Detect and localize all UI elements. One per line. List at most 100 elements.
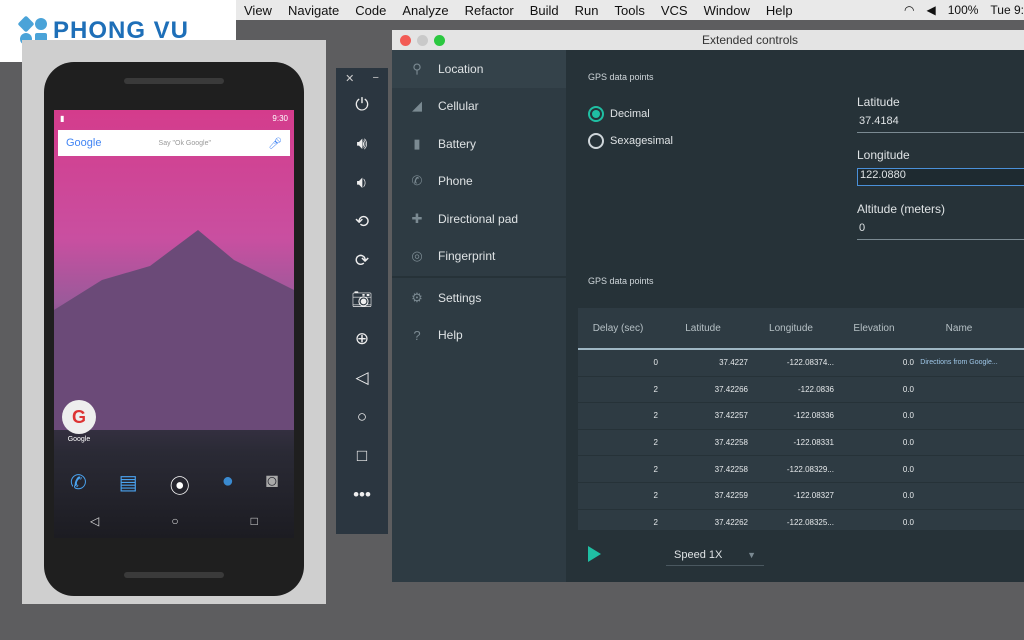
table-row[interactable]: 2 37.42258 -122.08329... 0.0 [578, 456, 1024, 483]
decimal-radio[interactable]: Decimal [588, 106, 650, 122]
battery-text: 100% [947, 3, 979, 17]
speaker-top [124, 78, 224, 84]
title-bar: Extended controls [392, 30, 1024, 50]
back-icon[interactable]: ◁ [336, 358, 388, 397]
table-cell: 2 [653, 491, 658, 501]
back-icon[interactable]: ◁ [90, 514, 99, 528]
table-row[interactable]: 0 37.4227 -122.08374... 0.0 Directions from … [578, 350, 1024, 377]
column-header[interactable]: Latitude [658, 323, 748, 334]
more-icon[interactable]: ••• [336, 475, 388, 514]
sidebar-item-label: Battery [438, 136, 477, 151]
messages-app-icon[interactable]: ▤ [119, 470, 138, 499]
table-row[interactable]: 2 37.42262 -122.08325... 0.0 [578, 510, 1024, 530]
menu-help[interactable]: Help [758, 3, 801, 18]
table-cell: 2 [653, 384, 658, 394]
table-header: Delay (sec) Latitude Longitude Elevation Nam… [578, 308, 1024, 350]
table-cell: 37.42266 [714, 384, 748, 394]
home-icon[interactable]: ○ [336, 397, 388, 436]
divider [392, 276, 566, 278]
table-cell: 2 [653, 464, 658, 474]
menu-tools[interactable]: Tools [607, 3, 653, 18]
menu-run[interactable]: Run [567, 3, 607, 18]
menu-analyze[interactable]: Analyze [394, 3, 456, 18]
menu-code[interactable]: Code [347, 3, 394, 18]
camera-icon[interactable]: 📷︎ [336, 280, 388, 319]
sidebar-item-label: Phone [438, 174, 473, 189]
longitude-input[interactable]: 122.0880 [857, 168, 1024, 186]
gps-table[interactable]: Delay (sec) Latitude Longitude Elevation Nam… [578, 308, 1024, 530]
overview-icon[interactable]: □ [336, 436, 388, 475]
table-cell: 0.0 [902, 384, 914, 394]
sidebar-item-cellular[interactable]: ◢ Cellular [392, 88, 566, 126]
power-icon[interactable]: ⏻ [336, 85, 388, 124]
close-window-button[interactable] [400, 34, 411, 46]
app-drawer-icon[interactable]: ⦿ [170, 470, 190, 499]
google-app-icon[interactable]: G [62, 400, 96, 434]
sidebar-item-directional-pad[interactable]: ✚ Directional pad [392, 200, 566, 238]
location-panel: GPS data points Decimal Sexagesimal Lati… [566, 50, 1024, 582]
volume-icon[interactable]: ◀ [926, 3, 935, 17]
latitude-input[interactable]: 37.4184 [857, 115, 1024, 133]
column-header[interactable]: Longitude [748, 323, 834, 334]
table-cell: 37.4227 [719, 358, 748, 368]
mic-icon[interactable]: 🎤︎ [268, 137, 282, 150]
browser-app-icon[interactable]: ● [222, 470, 234, 499]
sidebar-item-fingerprint[interactable]: ◎ Fingerprint [392, 238, 566, 276]
sidebar: ⚲ Location ◢ Cellular ▮ Battery ✆ Phone ✚ Directi… [392, 50, 566, 582]
menu-navigate[interactable]: Navigate [280, 3, 347, 18]
column-header[interactable]: Delay (sec) [578, 323, 658, 334]
sexagesimal-radio[interactable]: Sexagesimal [588, 133, 673, 149]
table-row[interactable]: 2 37.42257 -122.08336 0.0 [578, 403, 1024, 430]
table-cell: 0.0 [902, 438, 914, 448]
camera-app-icon[interactable]: ◙ [266, 470, 278, 499]
play-icon[interactable] [588, 546, 601, 562]
rotate-right-icon[interactable]: ⟳ [336, 241, 388, 280]
phone-screen[interactable]: ▮ 9:30 Google Say "Ok Google" 🎤︎ G Google… [54, 110, 294, 538]
table-cell: -122.08331 [793, 438, 834, 448]
speaker-bottom [124, 572, 224, 578]
sidebar-item-battery[interactable]: ▮ Battery [392, 125, 566, 163]
google-search-bar[interactable]: Google Say "Ok Google" 🎤︎ [58, 130, 290, 156]
sidebar-item-settings[interactable]: ⚙ Settings [392, 279, 566, 317]
recents-icon[interactable]: □ [251, 514, 258, 528]
menu-view[interactable]: View [236, 3, 280, 18]
sidebar-item-label: Fingerprint [438, 249, 496, 264]
table-row[interactable]: 2 37.42258 -122.08331 0.0 [578, 430, 1024, 457]
clock[interactable]: Tue 9: [990, 3, 1024, 17]
minimize-icon[interactable]: − [372, 72, 378, 85]
menu-refactor[interactable]: Refactor [457, 3, 522, 18]
emulator-toolbar: ✕ − ⏻ 🔊︎ 🔉︎ ⟲ ⟳ 📷︎ ⊕ ◁ ○ □ ••• [336, 68, 388, 534]
table-cell: -122.08329... [786, 464, 834, 474]
table-cell: 2 [653, 438, 658, 448]
volume-up-icon[interactable]: 🔊︎ [336, 124, 388, 163]
wallpaper-mountain [54, 230, 294, 430]
speed-dropdown[interactable]: Speed 1X ▼ [666, 544, 764, 566]
table-row[interactable]: 2 37.42266 -122.0836 0.0 [578, 377, 1024, 404]
minimize-window-button[interactable] [417, 34, 428, 46]
wifi-icon[interactable]: ◠ [904, 3, 914, 17]
zoom-icon[interactable]: ⊕ [336, 319, 388, 358]
table-cell: 0.0 [902, 411, 914, 421]
altitude-input[interactable]: 0 [857, 222, 1024, 240]
table-cell: 0.0 [902, 358, 914, 368]
close-icon[interactable]: ✕ [345, 72, 354, 85]
table-row[interactable]: 2 37.42259 -122.08327 0.0 [578, 483, 1024, 510]
longitude-label: Longitude [857, 148, 910, 162]
table-cell: 37.42262 [714, 517, 748, 527]
sidebar-item-phone[interactable]: ✆ Phone [392, 163, 566, 201]
zoom-window-button[interactable] [434, 34, 445, 46]
home-icon[interactable]: ○ [171, 514, 178, 528]
column-header[interactable]: Elevation [834, 323, 914, 334]
table-cell: 37.42257 [714, 411, 748, 421]
sidebar-item-help[interactable]: ? Help [392, 317, 566, 355]
menu-build[interactable]: Build [522, 3, 567, 18]
menu-vcs[interactable]: VCS [653, 3, 696, 18]
column-header[interactable]: Name [914, 323, 1004, 334]
fingerprint-icon: ◎ [411, 248, 423, 264]
menu-window[interactable]: Window [696, 3, 758, 18]
volume-down-icon[interactable]: 🔉︎ [336, 163, 388, 202]
phone-app-icon[interactable]: ✆ [70, 470, 87, 499]
rotate-left-icon[interactable]: ⟲ [336, 202, 388, 241]
sidebar-item-label: Directional pad [438, 211, 519, 226]
sidebar-item-location[interactable]: ⚲ Location [392, 50, 566, 88]
